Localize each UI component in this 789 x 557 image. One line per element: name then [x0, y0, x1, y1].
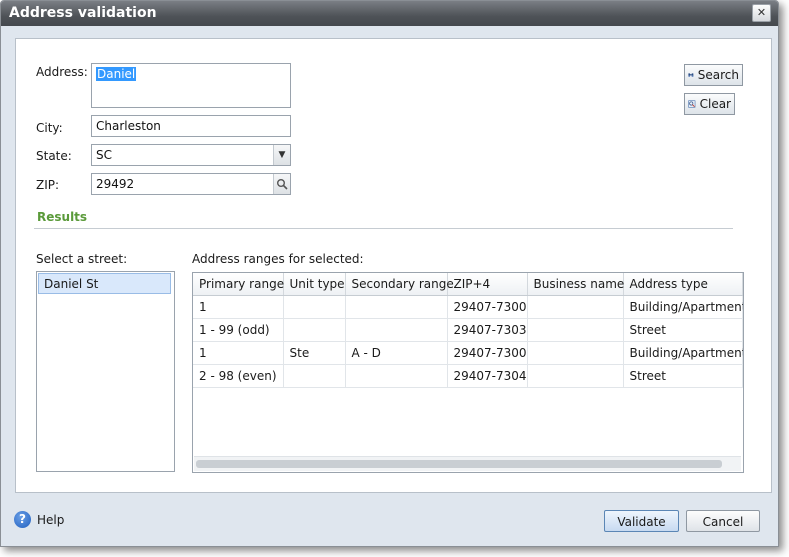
state-label: State: [36, 149, 72, 163]
cancel-button[interactable]: Cancel [686, 510, 760, 532]
table-cell: 2 - 98 (even) [193, 364, 284, 388]
table-cell: Ste [283, 341, 346, 365]
address-field[interactable]: Daniel [91, 63, 291, 108]
zip-value: 29492 [96, 177, 135, 191]
list-item[interactable]: Daniel St [38, 273, 171, 294]
address-value: Daniel [96, 67, 137, 81]
table-cell: 29407-7303 [447, 318, 528, 342]
validate-button[interactable]: Validate [604, 510, 679, 532]
table-cell: Building/Apartment [623, 341, 743, 365]
column-header[interactable]: Address type [623, 273, 743, 296]
address-validation-dialog: Address validation ✕ Address: Daniel Cit… [0, 0, 779, 547]
binoculars-icon [688, 73, 694, 78]
horizontal-scrollbar[interactable] [194, 456, 741, 471]
street-list-label: Select a street: [36, 252, 128, 266]
scrollbar-thumb[interactable] [196, 460, 722, 468]
title-bar: Address validation ✕ [1, 1, 778, 26]
table-cell [283, 295, 346, 319]
table-cell [283, 318, 346, 342]
dialog-title: Address validation [9, 5, 157, 21]
zip-label: ZIP: [36, 178, 60, 192]
city-value: Charleston [96, 119, 161, 133]
city-field[interactable]: Charleston [91, 115, 291, 137]
table-row[interactable]: 1 29407-7300 Building/Apartment [193, 295, 743, 319]
column-header[interactable]: ZIP+4 [447, 273, 528, 296]
column-header[interactable]: Secondary range [345, 273, 454, 296]
table-cell [527, 364, 624, 388]
table-cell: 1 [193, 295, 284, 319]
table-cell [283, 364, 346, 388]
table-cell: 1 [193, 341, 284, 365]
table-cell [527, 295, 624, 319]
help-label: Help [37, 512, 65, 527]
column-header[interactable]: Primary range [193, 273, 284, 296]
table-cell: A - D [345, 341, 448, 365]
table-cell [345, 364, 448, 388]
address-ranges-table: Primary range Unit type Secondary range … [193, 273, 743, 388]
table-row[interactable]: 1 Ste A - D 29407-7300 Building/Apartmen… [193, 341, 743, 365]
table-cell: 29407-7300 [447, 295, 528, 319]
table-cell [345, 318, 448, 342]
magnifier-icon[interactable] [273, 174, 290, 194]
search-button-label: Search [697, 68, 739, 82]
table-cell: Street [623, 364, 743, 388]
table-row[interactable]: 1 - 99 (odd) 29407-7303 Street [193, 318, 743, 342]
table-cell: Street [623, 318, 743, 342]
clear-button-label: Clear [699, 97, 731, 111]
chevron-down-icon[interactable]: ▼ [273, 145, 290, 165]
address-label: Address: [36, 65, 88, 79]
street-list[interactable]: Daniel St [36, 271, 175, 472]
zip-field[interactable]: 29492 [91, 173, 291, 195]
city-label: City: [36, 121, 63, 135]
divider [34, 228, 733, 229]
clear-search-icon [688, 100, 696, 108]
results-heading: Results [37, 210, 88, 224]
address-ranges-grid[interactable]: Primary range Unit type Secondary range … [192, 272, 744, 473]
state-value: SC [96, 148, 112, 162]
column-header[interactable]: Business name [527, 273, 624, 296]
column-header[interactable]: Unit type [283, 273, 346, 296]
table-cell: 29407-7304 [447, 364, 528, 388]
help-icon: ? [14, 511, 31, 528]
table-row[interactable]: 2 - 98 (even) 29407-7304 Street [193, 364, 743, 388]
dialog-content: Address: Daniel City: Charleston State: … [15, 38, 772, 493]
table-cell [345, 295, 448, 319]
close-button[interactable]: ✕ [752, 4, 771, 22]
state-select[interactable]: SC ▼ [91, 144, 291, 166]
table-cell: 29407-7300 [447, 341, 528, 365]
clear-button[interactable]: Clear [684, 93, 735, 115]
address-ranges-label: Address ranges for selected: [192, 252, 364, 266]
table-cell: Building/Apartment [623, 295, 743, 319]
table-cell [527, 318, 624, 342]
table-cell [527, 341, 624, 365]
search-button[interactable]: Search [684, 64, 743, 86]
help-link[interactable]: ? Help [14, 511, 64, 528]
table-header-row: Primary range Unit type Secondary range … [193, 273, 743, 296]
table-cell: 1 - 99 (odd) [193, 318, 284, 342]
